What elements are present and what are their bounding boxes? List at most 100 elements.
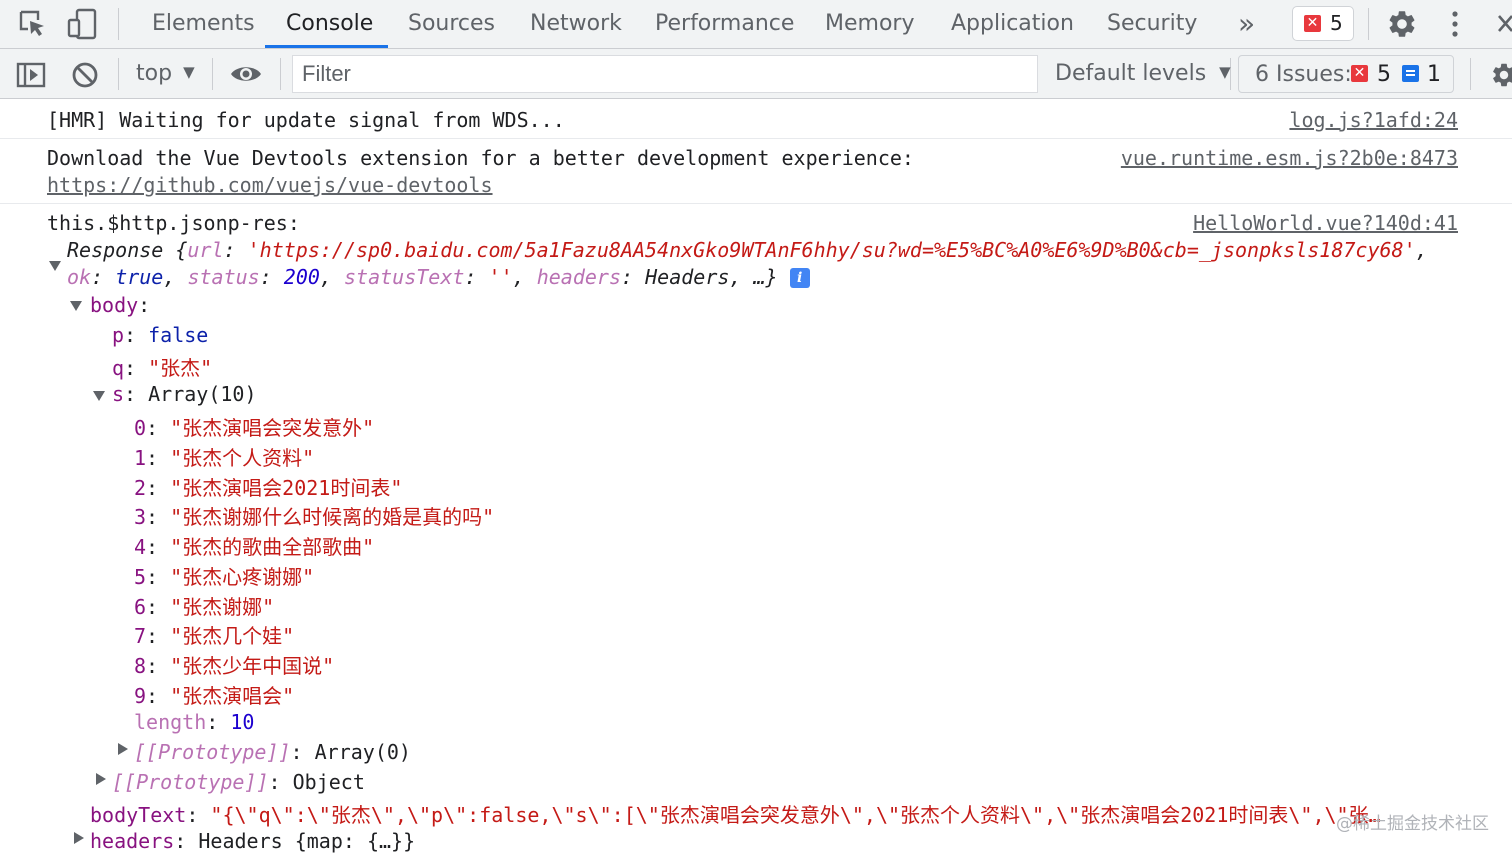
close-devtools-icon[interactable]	[1496, 14, 1512, 34]
headers-property[interactable]: headers: Headers {map: {…}}	[90, 829, 415, 853]
array-item: 0: "张杰演唱会突发意外"	[134, 416, 375, 440]
array-value: "张杰个人资料"	[170, 446, 315, 470]
collapse-toggle-icon[interactable]	[74, 832, 84, 844]
array-value: "张杰演唱会2021时间表"	[170, 476, 403, 500]
console-message-source-link[interactable]: vue.runtime.esm.js?2b0e:8473	[1121, 146, 1458, 170]
s-property[interactable]: s: Array(10)	[112, 382, 257, 406]
tab-sources[interactable]: Sources	[408, 0, 495, 48]
context-selector[interactable]: top ▼	[136, 61, 195, 86]
settings-gear-icon[interactable]	[1386, 8, 1418, 40]
collapse-toggle-icon[interactable]	[96, 773, 106, 785]
array-index: 8	[134, 654, 147, 678]
property-key: headers	[90, 829, 175, 853]
array-prototype-property[interactable]: [[Prototype]]: Array(0)	[134, 740, 411, 764]
array-index: 9	[134, 684, 147, 708]
console-message-source-link[interactable]: HelloWorld.vue?140d:41	[1193, 211, 1458, 235]
length-property: length: 10	[134, 710, 255, 734]
property-value: false	[148, 323, 209, 347]
tab-console[interactable]: Console	[286, 0, 373, 48]
filter-input[interactable]	[293, 56, 1037, 92]
array-item: 5: "张杰心疼谢娜"	[134, 565, 315, 589]
vue-devtools-link[interactable]: https://github.com/vuejs/vue-devtools	[47, 173, 493, 197]
property-key: [[Prototype]]	[112, 770, 269, 794]
dropdown-arrow-icon: ▼	[1219, 63, 1231, 81]
console-message: [HMR] Waiting for update signal from WDS…	[0, 99, 1512, 139]
error-count-badge[interactable]: ✕ 5	[1292, 6, 1354, 41]
object-prototype-property[interactable]: [[Prototype]]: Object	[112, 770, 365, 794]
expand-toggle-icon[interactable]	[93, 391, 105, 401]
property-value: Object	[292, 770, 365, 794]
expand-toggle-icon[interactable]	[70, 301, 82, 311]
error-count: 5	[1330, 11, 1343, 35]
property-key: length	[134, 710, 207, 734]
issues-message-count: 1	[1427, 62, 1441, 87]
issues-button[interactable]: 6 Issues: ✕ 5 1	[1238, 55, 1454, 93]
array-index: 0	[134, 416, 147, 440]
inspect-element-icon[interactable]	[18, 9, 48, 39]
array-item: 1: "张杰个人资料"	[134, 446, 315, 470]
console-message-text: Download the Vue Devtools extension for …	[47, 146, 914, 170]
q-property: q: "张杰"	[112, 356, 213, 380]
clear-console-icon[interactable]	[71, 61, 99, 89]
device-toolbar-icon[interactable]	[66, 8, 98, 40]
info-icon[interactable]: i	[789, 268, 810, 288]
active-tab-indicator	[265, 45, 388, 48]
statustext-key: statusText	[344, 265, 465, 289]
array-item: 8: "张杰少年中国说"	[134, 654, 335, 678]
toolbar-divider	[280, 58, 281, 90]
console-message-text: [HMR] Waiting for update signal from WDS…	[47, 108, 565, 132]
console-filter[interactable]	[292, 55, 1038, 93]
expand-toggle-icon[interactable]	[49, 261, 61, 271]
body-property[interactable]: body:	[90, 293, 150, 317]
array-index: 4	[134, 535, 147, 559]
array-value: "张杰几个娃"	[170, 624, 295, 648]
console-message-source-link[interactable]: log.js?1afd:24	[1289, 108, 1458, 132]
property-key: q	[112, 356, 125, 380]
ok-value: true	[115, 265, 164, 289]
array-item: 4: "张杰的歌曲全部歌曲"	[134, 535, 375, 559]
context-selector-label: top	[136, 61, 173, 86]
tab-security[interactable]: Security	[1107, 0, 1197, 48]
show-sidebar-icon[interactable]	[16, 62, 46, 88]
array-value: "张杰心疼谢娜"	[170, 565, 315, 589]
property-key: [[Prototype]]	[134, 740, 291, 764]
tab-elements[interactable]: Elements	[152, 0, 255, 48]
array-value: "张杰谢娜"	[170, 595, 275, 619]
live-expression-eye-icon[interactable]	[229, 63, 263, 85]
ok-key: ok	[67, 265, 92, 289]
response-preview-line-1[interactable]: Response {url: 'https://sp0.baidu.com/5a…	[67, 238, 1428, 262]
array-value: "张杰少年中国说"	[170, 654, 335, 678]
toolbar-divider	[118, 8, 119, 40]
preview-ellipsis: …}	[753, 265, 778, 289]
issues-error-count: 5	[1377, 62, 1391, 87]
array-value: "张杰的歌曲全部歌曲"	[170, 535, 375, 559]
console-settings-icon[interactable]	[1490, 61, 1512, 89]
property-key: body	[90, 293, 139, 317]
more-options-icon[interactable]	[1445, 10, 1465, 38]
url-value: 'https://sp0.baidu.com/5a1Fazu8AA54nxGko…	[247, 238, 1416, 262]
tab-application[interactable]: Application	[951, 0, 1074, 48]
tab-performance[interactable]: Performance	[655, 0, 794, 48]
log-levels-dropdown[interactable]: Default levels ▼	[1055, 61, 1231, 86]
issues-message-icon	[1402, 65, 1419, 82]
array-item: 3: "张杰谢娜什么时候离的婚是真的吗"	[134, 505, 495, 529]
property-key: s	[112, 382, 125, 406]
property-value: "{\"q\":\"张杰\",\"p\":false,\"s\":[\"张杰演唱…	[210, 803, 1381, 827]
statustext-value: ''	[488, 265, 513, 289]
response-preview-line-2[interactable]: ok: true, status: 200, statusText: '', h…	[67, 265, 810, 289]
array-index: 2	[134, 476, 147, 500]
more-tabs-button[interactable]: »	[1238, 0, 1255, 48]
status-key: status	[187, 265, 260, 289]
tab-network[interactable]: Network	[530, 0, 622, 48]
collapse-toggle-icon[interactable]	[118, 743, 128, 755]
error-icon: ✕	[1304, 15, 1321, 32]
response-class-name: Response	[67, 238, 164, 262]
watermark: @稀土掘金技术社区	[1336, 814, 1489, 834]
devtools-tab-bar: Elements Console Sources Network Perform…	[0, 0, 1512, 49]
headers-key: headers	[536, 265, 622, 289]
property-value: 10	[230, 710, 255, 734]
array-index: 1	[134, 446, 147, 470]
console-message-object: this.$http.jsonp-res: HelloWorld.vue?140…	[0, 204, 1512, 856]
issues-label: 6 Issues:	[1255, 62, 1352, 87]
tab-memory[interactable]: Memory	[825, 0, 914, 48]
